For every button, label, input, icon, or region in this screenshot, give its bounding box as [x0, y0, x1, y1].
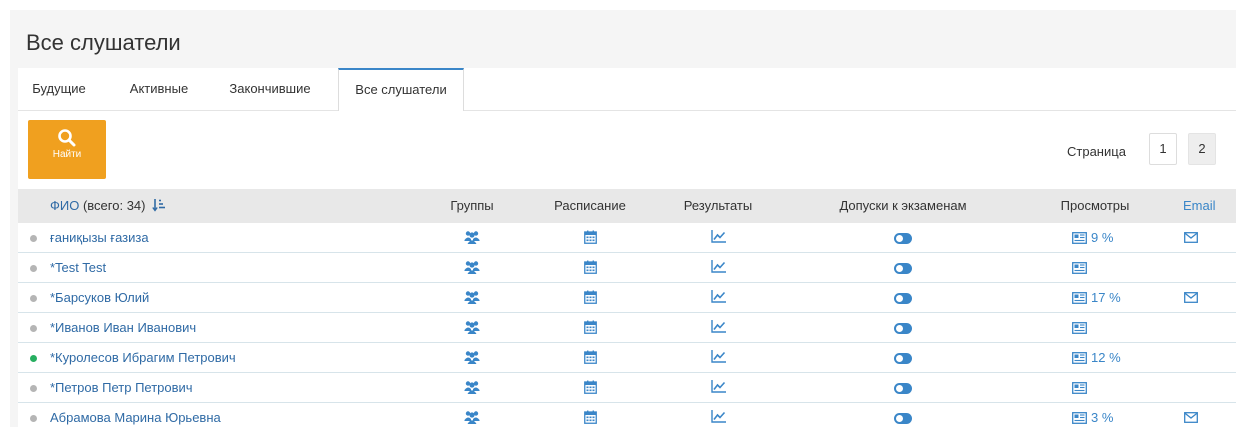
envelope-icon[interactable] — [1184, 231, 1198, 246]
search-icon — [58, 129, 76, 147]
page-1-button[interactable]: 1 — [1149, 133, 1177, 165]
groups-icon[interactable] — [464, 350, 480, 367]
table-row: Абрамова Марина Юрьевна 3 % — [18, 403, 1236, 427]
views-percent: 9 % — [1091, 230, 1114, 245]
offline-status-dot — [30, 415, 37, 422]
calendar-icon[interactable] — [584, 320, 597, 337]
main-panel: Все слушатели Будущие Активные Закончивш… — [10, 10, 1236, 427]
line-chart-icon[interactable] — [711, 380, 726, 396]
views-header: Просмотры — [1060, 198, 1130, 213]
exams-header: Допуски к экзаменам — [839, 198, 967, 213]
email-header[interactable]: Email — [1183, 189, 1216, 223]
calendar-icon[interactable] — [584, 410, 597, 427]
offline-status-dot — [30, 385, 37, 392]
newspaper-icon — [1072, 290, 1091, 305]
listener-name-link[interactable]: Абрамова Марина Юрьевна — [50, 403, 221, 427]
line-chart-icon[interactable] — [711, 290, 726, 306]
toggle-icon[interactable] — [894, 292, 912, 307]
tab-active[interactable]: Активные — [128, 68, 190, 110]
listener-name-link[interactable]: *Иванов Иван Иванович — [50, 313, 196, 342]
envelope-icon[interactable] — [1184, 411, 1198, 426]
toggle-icon[interactable] — [894, 262, 912, 277]
table-row: *Петров Петр Петрович — [18, 373, 1236, 403]
views-link[interactable] — [1072, 313, 1091, 342]
views-link[interactable]: 3 % — [1072, 403, 1113, 427]
calendar-icon[interactable] — [584, 260, 597, 277]
toggle-icon[interactable] — [894, 412, 912, 427]
sort-amount-icon — [152, 199, 166, 212]
listener-name-link[interactable]: *Куролесов Ибрагим Петрович — [50, 343, 236, 372]
fio-header-label: ФИО — [50, 198, 80, 213]
newspaper-icon — [1072, 380, 1091, 395]
calendar-icon[interactable] — [584, 350, 597, 367]
table-row: *Куролесов Ибрагим Петрович 12 % — [18, 343, 1236, 373]
fio-header[interactable]: ФИО (всего: 34) — [50, 189, 166, 223]
tab-future[interactable]: Будущие — [28, 68, 90, 110]
views-link[interactable]: 9 % — [1072, 223, 1113, 252]
calendar-icon[interactable] — [584, 230, 597, 247]
views-percent: 12 % — [1091, 350, 1121, 365]
views-percent: 3 % — [1091, 410, 1114, 425]
tab-all-listeners[interactable]: Все слушатели — [338, 68, 464, 113]
line-chart-icon[interactable] — [711, 350, 726, 366]
line-chart-icon[interactable] — [711, 230, 726, 246]
fio-count: (всего: 34) — [82, 198, 146, 213]
views-link[interactable]: 17 % — [1072, 283, 1121, 312]
line-chart-icon[interactable] — [711, 410, 726, 426]
listener-name-link[interactable]: ғаниқызы ғазиза — [50, 223, 149, 252]
groups-icon[interactable] — [464, 380, 480, 397]
views-percent: 17 % — [1091, 290, 1121, 305]
table-row: *Test Test — [18, 253, 1236, 283]
offline-status-dot — [30, 235, 37, 242]
groups-icon[interactable] — [464, 320, 480, 337]
calendar-icon[interactable] — [584, 380, 597, 397]
results-header: Результаты — [683, 198, 753, 213]
online-status-dot — [30, 355, 37, 362]
groups-icon[interactable] — [464, 230, 480, 247]
toggle-icon[interactable] — [894, 382, 912, 397]
line-chart-icon[interactable] — [711, 320, 726, 336]
views-link[interactable] — [1072, 373, 1091, 402]
page-title: Все слушатели — [26, 30, 181, 55]
groups-icon[interactable] — [464, 410, 480, 427]
toggle-icon[interactable] — [894, 322, 912, 337]
offline-status-dot — [30, 295, 37, 302]
views-link[interactable] — [1072, 253, 1091, 282]
newspaper-icon — [1072, 410, 1091, 425]
table-row: *Барсуков Юлий 17 % — [18, 283, 1236, 313]
toggle-icon[interactable] — [894, 232, 912, 247]
toggle-icon[interactable] — [894, 352, 912, 367]
table-row: ғаниқызы ғазиза 9 % — [18, 223, 1236, 253]
listener-name-link[interactable]: *Барсуков Юлий — [50, 283, 149, 312]
find-button-label: Найти — [52, 149, 82, 160]
listeners-content: Найти Страница 1 2 ФИО (всего: 34) Групп… — [18, 111, 1236, 427]
tab-finished[interactable]: Закончившие — [223, 68, 317, 110]
page-2-button[interactable]: 2 — [1188, 133, 1216, 165]
tab-bar: Будущие Активные Закончившие Все слушате… — [18, 68, 1236, 113]
schedule-header: Расписание — [554, 198, 626, 213]
offline-status-dot — [30, 265, 37, 272]
views-link[interactable]: 12 % — [1072, 343, 1121, 372]
groups-icon[interactable] — [464, 260, 480, 277]
table-row: *Иванов Иван Иванович — [18, 313, 1236, 343]
offline-status-dot — [30, 325, 37, 332]
newspaper-icon — [1072, 260, 1091, 275]
newspaper-icon — [1072, 230, 1091, 245]
groups-icon[interactable] — [464, 290, 480, 307]
table-header: ФИО (всего: 34) Группы Расписание Резуль… — [18, 189, 1236, 223]
line-chart-icon[interactable] — [711, 260, 726, 276]
calendar-icon[interactable] — [584, 290, 597, 307]
listener-name-link[interactable]: *Test Test — [50, 253, 106, 282]
listeners-table-body: ғаниқызы ғазиза 9 % *Test Test *Барсуков Юл… — [18, 223, 1236, 427]
newspaper-icon — [1072, 350, 1091, 365]
envelope-icon[interactable] — [1184, 291, 1198, 306]
find-button[interactable]: Найти — [28, 120, 106, 179]
pager-label: Страница — [1067, 144, 1126, 159]
listener-name-link[interactable]: *Петров Петр Петрович — [50, 373, 193, 402]
groups-header: Группы — [450, 198, 494, 213]
newspaper-icon — [1072, 320, 1091, 335]
